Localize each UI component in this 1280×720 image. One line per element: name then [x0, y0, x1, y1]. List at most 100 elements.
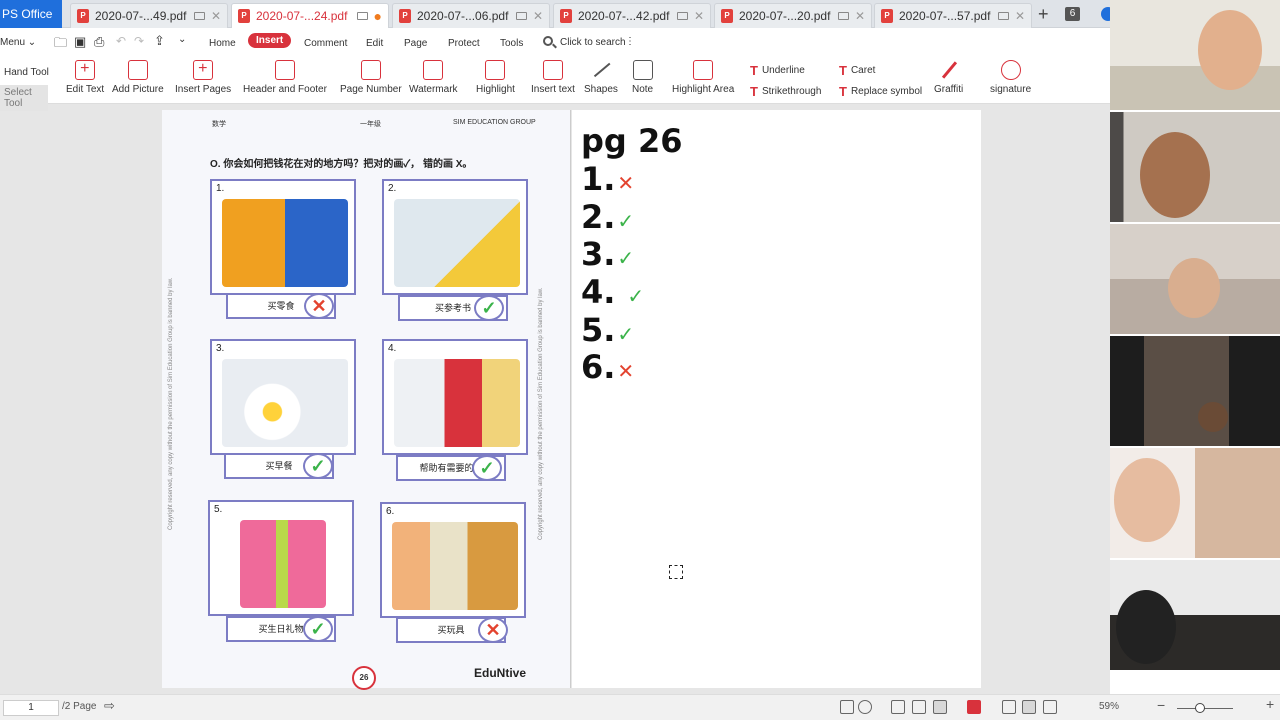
hand-tool-button[interactable]: Hand Tool: [0, 65, 53, 80]
strikethrough-label: Strikethrough: [761, 86, 822, 97]
graffiti-button[interactable]: Graffiti: [934, 60, 963, 95]
item-number: 2.: [388, 183, 397, 194]
monitor-icon[interactable]: [997, 12, 1009, 20]
tab-doc-2[interactable]: P 2020-07-...24.pdf * ●: [231, 3, 389, 28]
header-footer-button[interactable]: Header and Footer: [243, 60, 327, 95]
close-icon[interactable]: ✕: [694, 9, 704, 23]
participant-video-3[interactable]: [1110, 224, 1280, 334]
participant-face: [1114, 458, 1180, 542]
worksheet-page[interactable]: 数学 一年级 SIM EDUCATION GROUP O. 你会如何把钱花在对的…: [162, 110, 571, 690]
caret-button[interactable]: T Caret: [839, 63, 875, 78]
video-call-panel: [1110, 0, 1280, 694]
tool-label: Highlight Area: [672, 84, 735, 95]
redo-icon[interactable]: ↷: [134, 34, 144, 48]
search-box[interactable]: Click to search: [560, 37, 626, 48]
highlight-area-button[interactable]: Highlight Area: [672, 60, 734, 95]
go-to-page-icon[interactable]: ⇨: [104, 698, 115, 714]
note-button[interactable]: Note: [632, 60, 653, 95]
tab-count-badge[interactable]: 6: [1065, 7, 1080, 21]
tab-doc-1[interactable]: P 2020-07-...49.pdf * ✕: [70, 3, 228, 28]
menu-insert[interactable]: Insert: [248, 33, 292, 48]
fit-width-icon[interactable]: [1022, 700, 1036, 714]
close-icon[interactable]: ✕: [533, 9, 543, 23]
edit-text-button[interactable]: Edit Text: [66, 60, 104, 95]
menu-comment[interactable]: Comment: [304, 38, 347, 49]
pdf-icon: P: [881, 9, 893, 23]
select-tool-button[interactable]: Select Tool: [0, 85, 48, 111]
tab-title: 2020-07-...49.pdf *: [95, 9, 188, 23]
monitor-icon[interactable]: [837, 12, 849, 20]
monitor-icon[interactable]: [676, 12, 688, 20]
play-icon[interactable]: [967, 700, 981, 714]
tab-doc-4[interactable]: P 2020-07-...42.pdf * ✕: [553, 3, 711, 28]
zoom-slider-handle[interactable]: [1195, 703, 1205, 713]
monitor-icon[interactable]: [356, 12, 368, 20]
export-icon[interactable]: ⇪: [154, 33, 165, 49]
fit-page-icon[interactable]: [1002, 700, 1016, 714]
wps-window: PS Office P 2020-07-...49.pdf * ✕ P 2020-07…: [0, 0, 1280, 720]
tab-doc-5[interactable]: P 2020-07-...20.pdf * ✕: [714, 3, 872, 28]
undo-icon[interactable]: ↶: [116, 34, 126, 48]
two-page-icon[interactable]: [933, 700, 947, 714]
close-icon[interactable]: ✕: [211, 9, 221, 23]
menu-tools[interactable]: Tools: [500, 38, 523, 49]
menu-home[interactable]: Home: [209, 38, 236, 49]
participant-video-4[interactable]: [1110, 336, 1280, 446]
new-tab-plus-icon[interactable]: +: [1038, 4, 1049, 25]
insert-text-button[interactable]: Insert text: [531, 60, 575, 95]
replace-symbol-label: Replace symbol: [850, 86, 923, 97]
menu-label: Menu: [0, 37, 26, 48]
zoom-level[interactable]: 59%: [1099, 701, 1119, 712]
single-page-icon[interactable]: [891, 700, 905, 714]
participant-video-2[interactable]: [1110, 112, 1280, 222]
more-icon[interactable]: ⋮: [625, 36, 635, 47]
save-icon[interactable]: ▣: [74, 34, 86, 50]
participant-video-1[interactable]: [1110, 0, 1280, 110]
shapes-button[interactable]: Shapes: [584, 60, 618, 95]
tab-doc-6[interactable]: P 2020-07-...57.pdf * ✕: [874, 3, 1032, 28]
quick-access-dropdown-icon[interactable]: ⌄: [178, 34, 186, 45]
highlight-button[interactable]: Highlight: [476, 60, 515, 95]
eye-protect-icon[interactable]: [858, 700, 872, 714]
answer-number: 3.: [581, 235, 616, 273]
answer-page[interactable]: pg 26 1. ✕ 2. ✓ 3. ✓ 4. ✓ 5. ✓ 6. ✕: [572, 110, 981, 688]
tab-title: 2020-07-...06.pdf *: [417, 9, 510, 23]
continuous-page-icon[interactable]: [912, 700, 926, 714]
monitor-icon[interactable]: [515, 12, 527, 20]
main-menu-button[interactable]: Menu ⌄: [0, 37, 36, 48]
zoom-slider-track[interactable]: [1177, 708, 1233, 709]
actual-size-icon[interactable]: [1043, 700, 1057, 714]
close-icon[interactable]: ✕: [1015, 9, 1025, 23]
monitor-icon[interactable]: [193, 12, 205, 20]
strikethrough-icon: T: [750, 84, 758, 99]
open-folder-icon[interactable]: 🗀: [54, 34, 67, 56]
item-card-5: 5.: [208, 500, 354, 616]
app-brand[interactable]: PS Office: [0, 0, 62, 28]
underline-button[interactable]: T Underline: [750, 63, 805, 78]
tab-title: 2020-07-...57.pdf *: [899, 9, 992, 23]
print-icon[interactable]: ⎙: [94, 34, 104, 50]
strikethrough-button[interactable]: T Strikethrough: [750, 84, 821, 99]
page-number-input[interactable]: 1: [3, 700, 59, 716]
add-picture-button[interactable]: Add Picture: [112, 60, 164, 95]
read-mode-icon[interactable]: [840, 700, 854, 714]
gift-box-image: [240, 520, 326, 608]
menu-protect[interactable]: Protect: [448, 38, 480, 49]
search-icon[interactable]: [543, 36, 553, 46]
watermark-button[interactable]: Watermark: [409, 60, 458, 95]
tab-doc-3[interactable]: P 2020-07-...06.pdf * ✕: [392, 3, 550, 28]
header-footer-icon: [274, 60, 295, 80]
menu-page[interactable]: Page: [404, 38, 427, 49]
participant-face: [1140, 132, 1210, 218]
menu-edit[interactable]: Edit: [366, 38, 383, 49]
insert-pages-button[interactable]: Insert Pages: [175, 60, 231, 95]
replace-symbol-button[interactable]: T Replace symbol: [839, 84, 922, 99]
participant-video-6[interactable]: [1110, 560, 1280, 670]
participant-video-5[interactable]: [1110, 448, 1280, 558]
zoom-in-icon[interactable]: +: [1266, 696, 1274, 712]
zoom-out-icon[interactable]: −: [1157, 697, 1165, 713]
page-number-button[interactable]: Page Number: [340, 60, 402, 95]
signature-button[interactable]: signature: [990, 60, 1031, 95]
unsaved-dot-icon[interactable]: ●: [374, 8, 382, 24]
close-icon[interactable]: ✕: [855, 9, 865, 23]
